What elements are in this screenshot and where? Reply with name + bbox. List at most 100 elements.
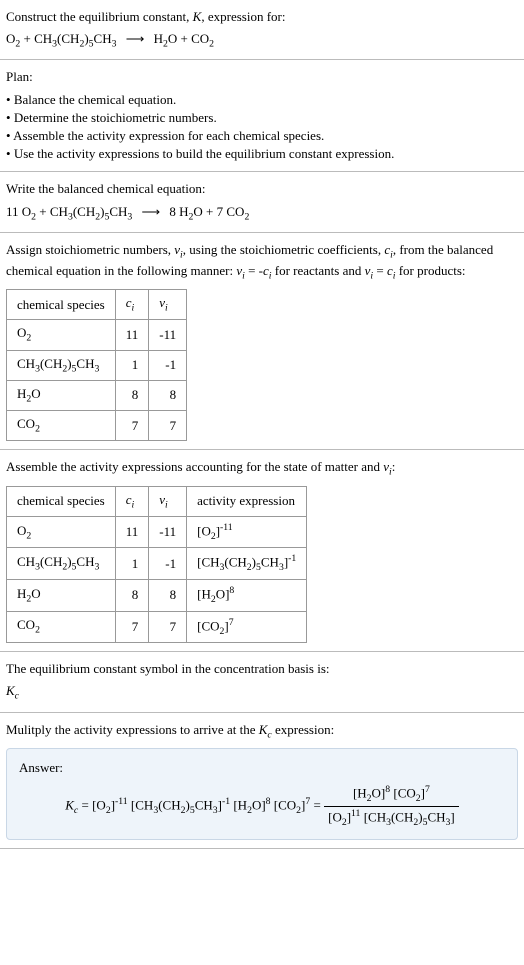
fraction: [H2O]8 [CO2]7 [O2]11 [CH3(CH2)5CH3] <box>324 783 459 829</box>
species-cell: CO2 <box>7 411 116 441</box>
col-ci: ci <box>115 486 149 516</box>
nu-cell: 7 <box>149 411 187 441</box>
title-line: Construct the equilibrium constant, K, e… <box>6 8 518 26</box>
stoich-t1: Assign stoichiometric numbers, <box>6 242 174 257</box>
col-species: chemical species <box>7 486 116 516</box>
species-cell: H2O <box>7 380 116 410</box>
nu-cell: -11 <box>149 516 187 548</box>
col-ci: ci <box>115 290 149 320</box>
eq1b: = - <box>245 263 263 278</box>
plan-section: Plan: Balance the chemical equation. Det… <box>0 60 524 172</box>
bal-o: O <box>22 204 31 219</box>
nu-cell: -1 <box>149 548 187 580</box>
hept-b: (CH <box>57 31 79 46</box>
bal-ho: O <box>193 204 202 219</box>
mult-t2: expression: <box>272 722 334 737</box>
activity-table: chemical species ci νi activity expressi… <box>6 486 307 643</box>
plan-item: Use the activity expressions to build th… <box>6 145 518 163</box>
activity-section: Assemble the activity expressions accoun… <box>0 450 524 652</box>
bal-hept-d: CH <box>109 204 127 219</box>
coef-8: 8 <box>169 204 179 219</box>
bal-co: CO <box>226 204 244 219</box>
prod-co-sub: 2 <box>209 39 214 50</box>
c-cell: 1 <box>115 350 149 380</box>
table-row: CH3(CH2)5CH3 1 -1 [CH3(CH2)5CH3]-1 <box>7 548 307 580</box>
prod-h: H <box>154 31 163 46</box>
fraction-numerator: [H2O]8 [CO2]7 <box>324 783 459 806</box>
title-text-2: , expression for: <box>201 9 285 24</box>
table-row: CO2 7 7 <box>7 411 187 441</box>
species-cell: CH3(CH2)5CH3 <box>7 548 116 580</box>
species-cell: CO2 <box>7 611 116 643</box>
nu-cell: 8 <box>149 580 187 612</box>
table-row: CO2 7 7 [CO2]7 <box>7 611 307 643</box>
kc-symbol-section: The equilibrium constant symbol in the c… <box>0 652 524 712</box>
act-colon: : <box>392 459 396 474</box>
stoich-text: Assign stoichiometric numbers, νi, using… <box>6 241 518 283</box>
nu-cell: -11 <box>149 320 187 350</box>
nu-cell: 8 <box>149 380 187 410</box>
plus2: + <box>177 31 191 46</box>
coef-7: 7 <box>217 204 227 219</box>
bal-plus: + <box>36 204 50 219</box>
table-row: H2O 8 8 [H2O]8 <box>7 580 307 612</box>
c-cell: 11 <box>115 516 149 548</box>
balanced-equation: 11 O2 + CH3(CH2)5CH3 ⟶ 8 H2O + 7 CO2 <box>6 203 518 224</box>
activity-cell: [CH3(CH2)5CH3]-1 <box>187 548 307 580</box>
mult-t1: Mulitply the activity expressions to arr… <box>6 722 259 737</box>
c-cell: 11 <box>115 320 149 350</box>
answer-label: Answer: <box>19 759 505 777</box>
stoich-t2: , using the stoichiometric coefficients, <box>183 242 385 257</box>
bal-co-sub: 2 <box>244 211 249 222</box>
stoich-table: chemical species ci νi O2 11 -11 CH3(CH2… <box>6 289 187 441</box>
multiply-heading: Mulitply the activity expressions to arr… <box>6 721 518 742</box>
stoich-t4: for reactants and <box>272 263 365 278</box>
bal-hept-b: (CH <box>73 204 95 219</box>
col-nui: νi <box>149 290 187 320</box>
species-cell: O2 <box>7 516 116 548</box>
nu-cell: -1 <box>149 350 187 380</box>
activity-cell: [O2]-11 <box>187 516 307 548</box>
kc-heading: The equilibrium constant symbol in the c… <box>6 660 518 678</box>
activity-cell: [H2O]8 <box>187 580 307 612</box>
col-activity: activity expression <box>187 486 307 516</box>
answer-box: Answer: Kc = [O2]-11 [CH3(CH2)5CH3]-1 [H… <box>6 748 518 840</box>
eq2b: = <box>373 263 387 278</box>
c-cell: 7 <box>115 611 149 643</box>
balanced-section: Write the balanced chemical equation: 11… <box>0 172 524 232</box>
prod-o: O <box>168 31 177 46</box>
hept-a: CH <box>34 31 52 46</box>
arrow-icon: ⟶ <box>142 204 161 219</box>
c-cell: 8 <box>115 380 149 410</box>
c-cell: 8 <box>115 580 149 612</box>
species-cell: H2O <box>7 580 116 612</box>
col-species: chemical species <box>7 290 116 320</box>
answer-equation: Kc = [O2]-11 [CH3(CH2)5CH3]-1 [H2O]8 [CO… <box>19 783 505 829</box>
hept-d: CH <box>94 31 112 46</box>
col-nui: νi <box>149 486 187 516</box>
nui-sub: i <box>165 303 168 314</box>
answer-section: Mulitply the activity expressions to arr… <box>0 713 524 850</box>
bal-hept-a: CH <box>50 204 68 219</box>
table-row: O2 11 -11 <box>7 320 187 350</box>
species-cell: CH3(CH2)5CH3 <box>7 350 116 380</box>
act-h1: Assemble the activity expressions accoun… <box>6 459 383 474</box>
table-row: H2O 8 8 <box>7 380 187 410</box>
unbalanced-equation: O2 + CH3(CH2)5CH3 ⟶ H2O + CO2 <box>6 30 518 51</box>
plan-heading: Plan: <box>6 68 518 86</box>
stoich-section: Assign stoichiometric numbers, νi , using… <box>0 233 524 451</box>
c-cell: 7 <box>115 411 149 441</box>
activity-cell: [CO2]7 <box>187 611 307 643</box>
balanced-heading: Write the balanced chemical equation: <box>6 180 518 198</box>
arrow-icon: ⟶ <box>126 31 145 46</box>
table-header-row: chemical species ci νi activity expressi… <box>7 486 307 516</box>
title-text-1: Construct the equilibrium constant, <box>6 9 193 24</box>
plan-item: Balance the chemical equation. <box>6 91 518 109</box>
plus: + <box>20 31 34 46</box>
table-row: CH3(CH2)5CH3 1 -1 <box>7 350 187 380</box>
coef-11: 11 <box>6 204 22 219</box>
nu-cell: 7 <box>149 611 187 643</box>
plan-item: Determine the stoichiometric numbers. <box>6 109 518 127</box>
prod-co: CO <box>191 31 209 46</box>
species-cell: O2 <box>7 320 116 350</box>
